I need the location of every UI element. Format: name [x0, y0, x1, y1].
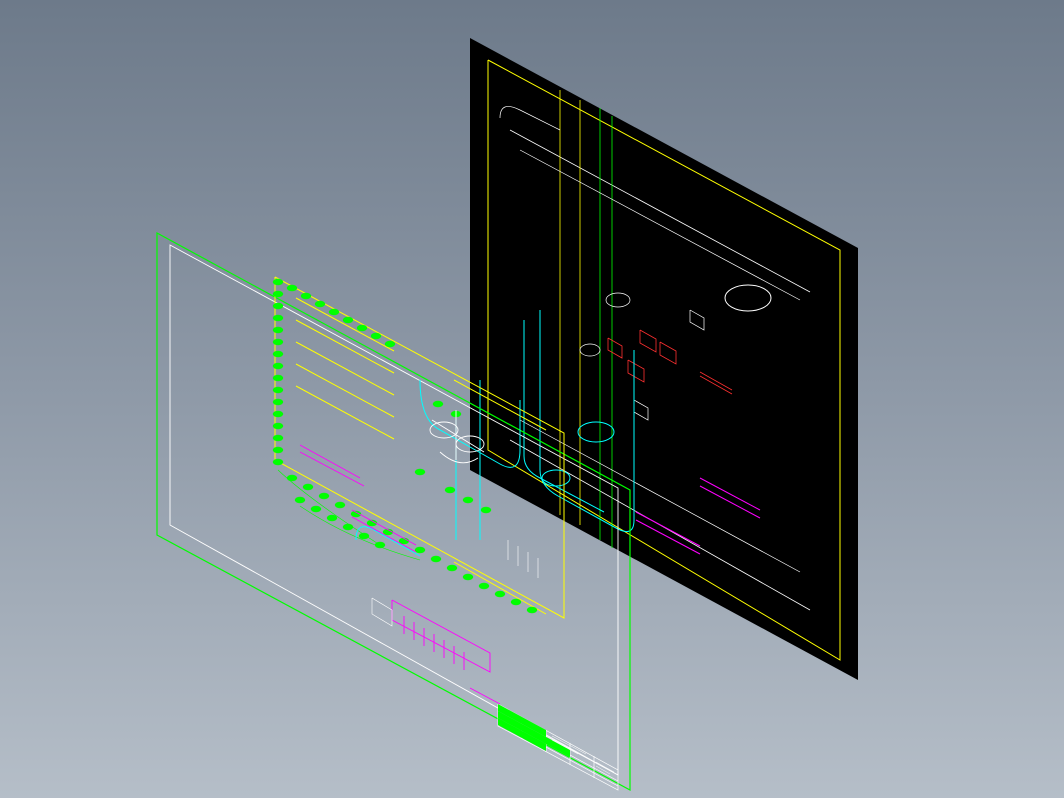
cad-viewport[interactable]: [0, 0, 1064, 798]
title-block: [498, 704, 618, 790]
cad-drawing: [0, 0, 1064, 798]
black-sheet: [470, 38, 858, 680]
